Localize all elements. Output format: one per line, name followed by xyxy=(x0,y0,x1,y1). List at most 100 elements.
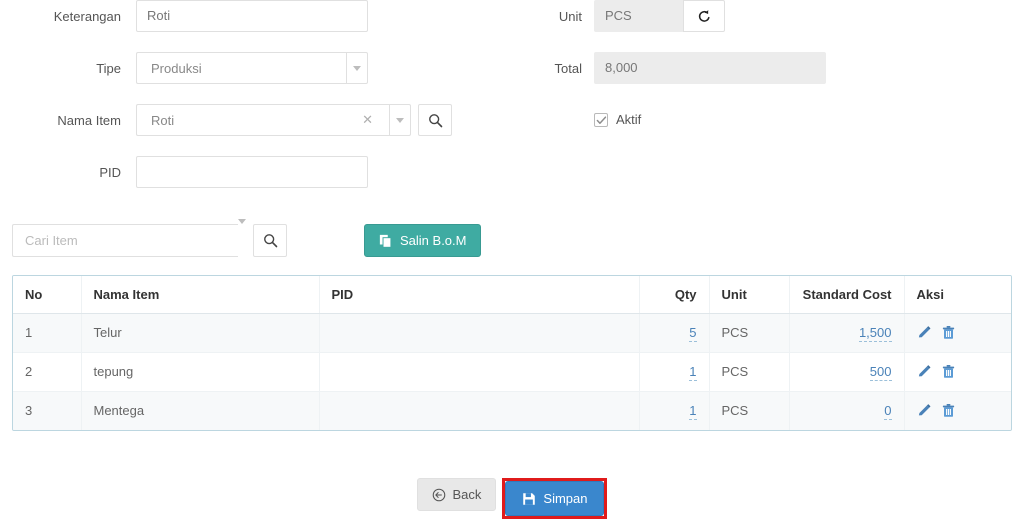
chevron-down-icon[interactable] xyxy=(346,52,368,84)
cell-no: 1 xyxy=(13,313,82,353)
cell-qty: 1 xyxy=(639,391,710,430)
delete-trash-icon[interactable] xyxy=(941,403,956,418)
cell-standard-cost: 1,500 xyxy=(789,313,905,353)
keterangan-input[interactable]: Roti xyxy=(136,0,368,32)
cell-nama-item: tepung xyxy=(81,352,320,392)
search-icon xyxy=(263,234,277,248)
chevron-down-icon[interactable] xyxy=(238,219,246,257)
cell-no: 3 xyxy=(13,391,82,430)
column-header-unit: Unit xyxy=(709,276,790,314)
column-header-pid: PID xyxy=(319,276,640,314)
refresh-icon xyxy=(698,9,710,22)
aktif-label: Aktif xyxy=(616,112,642,127)
arrow-left-circle-icon xyxy=(432,488,445,501)
delete-trash-icon[interactable] xyxy=(941,364,956,379)
label-tipe: Tipe xyxy=(96,61,121,76)
cell-nama-item: Telur xyxy=(81,313,320,353)
label-unit: Unit xyxy=(558,9,582,24)
salin-bom-button[interactable]: Salin B.o.M xyxy=(364,224,482,257)
label-nama-item: Nama Item xyxy=(57,113,121,128)
cell-unit: PCS xyxy=(709,352,790,392)
control-tipe: Produksi xyxy=(136,52,368,84)
cell-aksi xyxy=(904,352,1011,392)
unit-box: PCS xyxy=(594,0,725,32)
table-body: 1 Telur 5 PCS 1,500 2 tepung 1 PCS 500 3… xyxy=(13,313,1011,430)
field-unit: Unit PCS xyxy=(512,0,1024,52)
unit-value: PCS xyxy=(594,0,684,32)
field-nama-item: Nama Item Roti ✕ xyxy=(0,104,512,156)
salin-bom-label: Salin B.o.M xyxy=(400,233,467,248)
standard-cost-editable[interactable]: 0 xyxy=(884,403,892,421)
control-total: 8,000 xyxy=(594,52,826,84)
clear-icon[interactable]: ✕ xyxy=(358,112,381,128)
cell-pid xyxy=(319,352,640,392)
column-header-qty: Qty xyxy=(639,276,710,314)
cell-pid xyxy=(319,313,640,353)
chevron-down-icon[interactable] xyxy=(389,104,411,136)
table-header-row: No Nama Item PID Qty Unit Standard Cost … xyxy=(13,276,1011,314)
field-pid: PID xyxy=(0,156,512,208)
bom-items-table: No Nama Item PID Qty Unit Standard Cost … xyxy=(12,275,1012,431)
tipe-select[interactable]: Produksi xyxy=(136,52,368,84)
label-pid: PID xyxy=(99,165,121,180)
nama-item-select-body[interactable]: Roti ✕ xyxy=(136,104,389,136)
control-aktif: Aktif xyxy=(594,104,641,127)
cell-pid xyxy=(319,391,640,430)
nama-item-select[interactable]: Roti ✕ xyxy=(136,104,411,136)
pid-input[interactable] xyxy=(136,156,368,188)
qty-editable[interactable]: 1 xyxy=(689,403,697,421)
nama-item-selected-value: Roti xyxy=(151,112,175,128)
form-column-left: Keterangan Roti Tipe Produksi Nama Item … xyxy=(0,0,512,208)
qty-editable[interactable]: 5 xyxy=(689,325,697,342)
field-keterangan: Keterangan Roti xyxy=(0,0,512,52)
label-keterangan: Keterangan xyxy=(53,9,121,24)
table-row: 2 tepung 1 PCS 500 xyxy=(13,352,1011,392)
edit-pencil-icon[interactable] xyxy=(917,364,932,379)
cell-unit: PCS xyxy=(709,313,790,353)
simpan-button[interactable]: Simpan xyxy=(505,481,605,516)
qty-editable[interactable]: 1 xyxy=(689,364,697,381)
cell-nama-item: Mentega xyxy=(81,391,320,430)
edit-pencil-icon[interactable] xyxy=(917,325,932,340)
simpan-highlight-box: Simpan xyxy=(502,478,608,519)
search-icon xyxy=(428,113,442,127)
form-area: Keterangan Roti Tipe Produksi Nama Item … xyxy=(0,0,1024,215)
edit-pencil-icon[interactable] xyxy=(917,403,932,418)
column-header-aksi: Aksi xyxy=(904,276,1011,314)
control-keterangan: Roti xyxy=(136,0,368,32)
form-column-right: Unit PCS Total 8,000 Aktif xyxy=(512,0,1024,156)
tipe-selected-value: Produksi xyxy=(151,60,202,76)
control-nama-item: Roti ✕ xyxy=(136,104,452,136)
cell-qty: 5 xyxy=(639,313,710,353)
cari-item-search-button[interactable] xyxy=(253,224,287,257)
cari-item-input[interactable]: Cari Item xyxy=(25,233,230,248)
aktif-checkbox-row[interactable]: Aktif xyxy=(594,104,641,127)
unit-refresh-button[interactable] xyxy=(683,0,725,32)
back-button[interactable]: Back xyxy=(416,478,497,511)
table-row: 1 Telur 5 PCS 1,500 xyxy=(13,313,1011,353)
cell-unit: PCS xyxy=(709,391,790,430)
standard-cost-editable[interactable]: 1,500 xyxy=(858,325,892,342)
cari-item-body[interactable]: Cari Item xyxy=(12,224,238,257)
cari-item-select[interactable]: Cari Item xyxy=(12,219,287,257)
form-footer: Back Simpan xyxy=(0,478,1024,519)
copy-icon xyxy=(379,234,392,248)
delete-trash-icon[interactable] xyxy=(941,325,956,340)
cell-no: 2 xyxy=(13,352,82,392)
label-total: Total xyxy=(554,61,582,76)
bom-form-page: Keterangan Roti Tipe Produksi Nama Item … xyxy=(0,0,1024,523)
back-label: Back xyxy=(452,487,482,502)
field-total: Total 8,000 xyxy=(512,52,1024,104)
control-unit: PCS xyxy=(594,0,725,32)
item-search-row: Cari Item Salin B.o.M xyxy=(12,219,482,257)
cell-aksi xyxy=(904,391,1011,430)
nama-item-search-button[interactable] xyxy=(418,104,452,136)
column-header-nama-item: Nama Item xyxy=(81,276,320,314)
aktif-checkbox[interactable] xyxy=(594,112,608,127)
cell-standard-cost: 0 xyxy=(789,391,905,430)
cell-qty: 1 xyxy=(639,352,710,392)
standard-cost-editable[interactable]: 500 xyxy=(869,364,892,381)
tipe-select-body[interactable]: Produksi xyxy=(136,52,346,84)
field-aktif: Aktif xyxy=(512,104,1024,156)
field-tipe: Tipe Produksi xyxy=(0,52,512,104)
